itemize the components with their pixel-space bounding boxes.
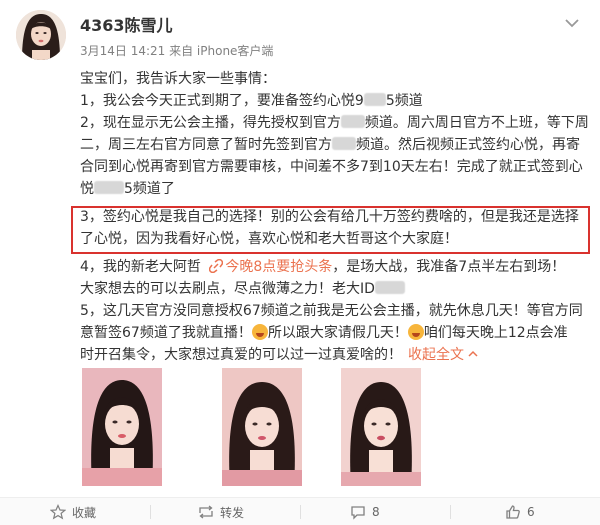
redacted-text <box>374 281 405 294</box>
content-line: 二，周三左右官方同意了暂时先签到官方 频道。然后视频正式签约心悦，再寄 <box>80 134 590 156</box>
text: 悦 <box>80 181 94 197</box>
text: ，是场大战，我准备7点半左右到场！ <box>332 259 566 275</box>
content-line: 4，我的新老大阿哲 今晚8点要抢头条，是场大战，我准备7点半左右到场！ <box>80 256 590 278</box>
post-photo[interactable] <box>341 368 421 486</box>
text: 1，我公会今天正式到期了，要准备签约心悦9 <box>80 93 364 109</box>
divider <box>450 505 451 519</box>
chevron-down-icon[interactable] <box>563 14 581 32</box>
comment-count: 8 <box>372 505 380 519</box>
text: 4，我的新老大阿哲 <box>80 259 201 275</box>
comment-button[interactable]: 8 <box>350 498 380 525</box>
link-icon <box>209 258 224 274</box>
content-line: 2，现在显示无公会主播，得先授权到官方 频道。周六周日官方不上班，等下周 <box>80 112 590 134</box>
content-line: 时开召集令，大家想过真爱的可以过一过真爱啥的！ 收起全文 <box>80 344 590 366</box>
repost-button[interactable]: 转发 <box>198 498 244 525</box>
content-line: 意暂签67频道了我就直播！ 所以跟大家请假几天！ 咱们每天晚上12点会准 <box>80 322 590 344</box>
text: 大家想去的可以去刷点，尽点微薄之力！老大ID <box>80 281 375 297</box>
text: 咱们每天晚上12点会准 <box>423 325 568 341</box>
collapse-full-text-link[interactable]: 收起全文 <box>408 347 464 363</box>
like-button[interactable]: 6 <box>505 498 535 525</box>
redacted-text <box>363 93 386 106</box>
repost-icon <box>199 505 213 519</box>
divider <box>300 505 301 519</box>
weibo-post-card: 4363陈雪儿 3月14日 14:21 来自 iPhone客户端 宝宝们，我告诉… <box>0 0 600 525</box>
thumbs-up-icon <box>506 505 520 519</box>
post-photo[interactable] <box>222 368 302 486</box>
text: 所以跟大家请假几天！ <box>267 325 408 341</box>
text: 2，现在显示无公会主播，得先授权到官方 <box>80 115 341 131</box>
text: 合同到心悦再寄到官方需要审核，中间差不多7到10天左右！完成了就正式签到心 <box>80 159 583 175</box>
content-line: 大家想去的可以去刷点，尽点微薄之力！老大ID <box>80 278 590 300</box>
redacted-text <box>94 181 124 194</box>
avatar[interactable] <box>16 10 66 60</box>
text: 频道。然后视频正式签约心悦，再寄 <box>356 137 580 153</box>
chevron-up-icon[interactable] <box>467 348 479 360</box>
emoji-icon <box>407 324 424 340</box>
favorite-label: 收藏 <box>72 505 97 520</box>
text: 意暂签67频道了我就直播！ <box>80 325 252 341</box>
text: 时开召集令，大家想过真爱的可以过一过真爱啥的！ <box>80 347 402 363</box>
star-icon <box>50 504 66 520</box>
action-bar: 收藏 转发 8 6 <box>0 497 600 525</box>
text: 5频道了 <box>124 181 175 197</box>
text: 5，这几天官方没同意授权67频道之前我是无公会主播，就先休息几天！等官方同 <box>80 303 583 319</box>
username[interactable]: 4363陈雪儿 <box>80 12 173 36</box>
post-meta: 3月14日 14:21 来自 iPhone客户端 <box>80 44 274 58</box>
content-line: 1，我公会今天正式到期了，要准备签约心悦9 5频道 <box>80 90 590 112</box>
favorite-button[interactable]: 收藏 <box>50 498 96 525</box>
topic-link[interactable]: 今晚8点要抢头条 <box>225 259 332 275</box>
like-count: 6 <box>527 505 535 519</box>
emoji-icon <box>251 324 268 340</box>
text: 宝宝们，我告诉大家一些事情： <box>80 71 276 87</box>
divider <box>150 505 151 519</box>
repost-label: 转发 <box>220 505 245 520</box>
redacted-text <box>332 137 356 150</box>
highlight-box <box>71 206 590 254</box>
content-line: 合同到心悦再寄到官方需要审核，中间差不多7到10天左右！完成了就正式签到心 <box>80 156 590 178</box>
text: 频道。周六周日官方不上班，等下周 <box>364 115 589 131</box>
redacted-text <box>340 115 365 128</box>
text: 5频道 <box>385 93 423 109</box>
comment-icon <box>351 506 365 520</box>
content-line: 悦 5频道了 <box>80 178 590 200</box>
content-line: 宝宝们，我告诉大家一些事情： <box>80 68 590 90</box>
content-line: 5，这几天官方没同意授权67频道之前我是无公会主播，就先休息几天！等官方同 <box>80 300 590 322</box>
post-photo[interactable] <box>82 368 162 486</box>
text: 二，周三左右官方同意了暂时先签到官方 <box>80 137 332 153</box>
